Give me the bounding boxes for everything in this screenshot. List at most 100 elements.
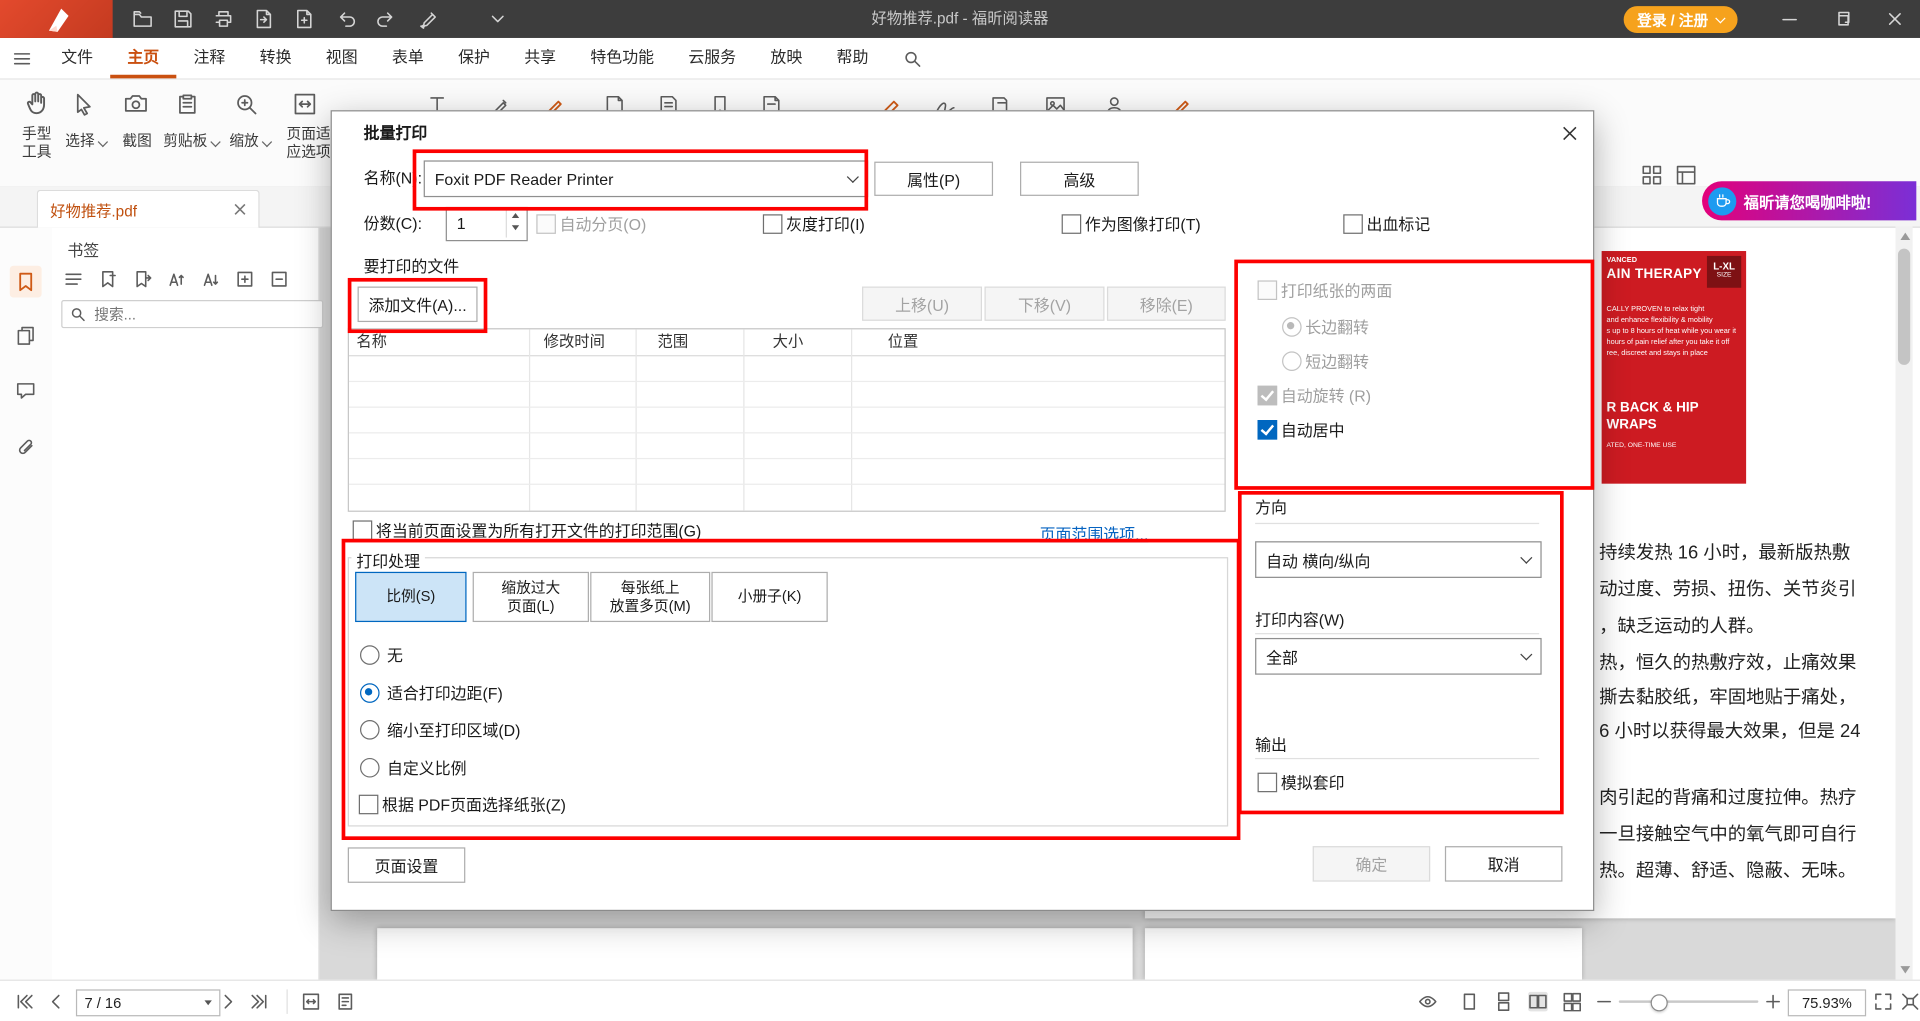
- expand-all-icon[interactable]: [235, 269, 255, 289]
- zoom-slider-track[interactable]: [1619, 1000, 1759, 1002]
- mode-scale-tab[interactable]: 比例(S): [355, 572, 466, 622]
- page-dropdown-icon[interactable]: [204, 1000, 211, 1005]
- login-button[interactable]: 登录 / 注册: [1624, 6, 1738, 33]
- page-range-options-link[interactable]: 页面范围选项...: [1040, 522, 1149, 545]
- pages-panel-icon[interactable]: [15, 324, 37, 346]
- fit-options-label[interactable]: 页面适 应选项: [282, 125, 336, 162]
- print-content-select[interactable]: 全部: [1255, 638, 1542, 675]
- save-icon[interactable]: [173, 9, 194, 30]
- duplex-checkbox[interactable]: [1258, 280, 1278, 300]
- zoom-in-button[interactable]: [1763, 992, 1783, 1012]
- reduce-to-printable-area-radio[interactable]: [360, 720, 380, 740]
- flip-short-edge-radio[interactable]: [1282, 351, 1302, 371]
- last-page-button[interactable]: [250, 992, 270, 1012]
- zoom-tool-label[interactable]: 缩放: [223, 132, 277, 150]
- fullscreen-icon[interactable]: [1873, 992, 1893, 1012]
- fit-visible-icon[interactable]: [1900, 992, 1920, 1012]
- menu-protect[interactable]: 保护: [441, 38, 507, 78]
- fit-printable-margins-radio[interactable]: [360, 683, 380, 703]
- fit-page-icon[interactable]: [336, 992, 356, 1012]
- print-as-image-checkbox[interactable]: [1062, 214, 1082, 234]
- bleed-marks-checkbox[interactable]: [1343, 214, 1363, 234]
- bookmark-search-input[interactable]: [92, 304, 281, 324]
- menu-home[interactable]: 主页: [110, 38, 176, 78]
- hamburger-menu-icon[interactable]: [0, 38, 44, 78]
- move-up-button[interactable]: 上移(U): [862, 287, 982, 321]
- dialog-close-icon[interactable]: [1556, 120, 1583, 147]
- facing-view-icon[interactable]: [1528, 992, 1548, 1012]
- column-header-modified[interactable]: 修改时间: [536, 329, 650, 355]
- next-bookmark-icon[interactable]: [132, 269, 152, 289]
- facing-continuous-view-icon[interactable]: [1562, 992, 1582, 1012]
- advanced-button[interactable]: 高级: [1020, 162, 1139, 196]
- auto-center-checkbox[interactable]: [1258, 420, 1278, 440]
- tab-close-icon[interactable]: [234, 203, 246, 215]
- snapshot-tool-icon[interactable]: [122, 91, 151, 120]
- stepper-up-icon[interactable]: [512, 213, 519, 218]
- zoom-out-button[interactable]: [1594, 992, 1614, 1012]
- menu-view[interactable]: 视图: [309, 38, 375, 78]
- document-tab[interactable]: 好物推荐.pdf: [37, 190, 260, 228]
- undo-icon[interactable]: [337, 9, 358, 30]
- menu-present[interactable]: 放映: [753, 38, 819, 78]
- mode-multiple-per-sheet-tab[interactable]: 每张纸上 放置多页(M): [590, 572, 710, 622]
- apply-current-range-checkbox[interactable]: [353, 520, 373, 540]
- promote-bookmark-icon[interactable]: [167, 269, 187, 289]
- menu-features[interactable]: 特色功能: [573, 38, 671, 78]
- collapse-all-icon[interactable]: [269, 269, 289, 289]
- vertical-scrollbar[interactable]: [1896, 227, 1913, 980]
- open-file-icon[interactable]: [132, 9, 153, 30]
- tab-list-view-icon[interactable]: [1675, 164, 1697, 186]
- format-brush-icon[interactable]: [416, 9, 437, 30]
- print-icon[interactable]: [213, 9, 234, 30]
- demote-bookmark-icon[interactable]: [201, 269, 221, 289]
- snapshot-tool-label[interactable]: 截图: [113, 132, 162, 150]
- remove-button[interactable]: 移除(E): [1107, 287, 1226, 321]
- custom-scale-radio[interactable]: [360, 758, 380, 778]
- close-button[interactable]: [1884, 9, 1905, 30]
- copies-stepper[interactable]: 1: [446, 207, 528, 241]
- continuous-view-icon[interactable]: [1494, 992, 1514, 1012]
- bookmarks-panel-icon[interactable]: [15, 271, 37, 293]
- auto-rotate-checkbox[interactable]: [1258, 386, 1278, 406]
- menu-convert[interactable]: 转换: [243, 38, 309, 78]
- bookmark-list-icon[interactable]: [64, 269, 84, 289]
- zoom-level-box[interactable]: 75.93%: [1788, 989, 1866, 1016]
- ok-button[interactable]: 确定: [1313, 846, 1431, 882]
- coffee-promo-banner[interactable]: 福昕请您喝咖啡啦!: [1702, 181, 1916, 220]
- collate-checkbox[interactable]: [536, 214, 556, 234]
- pdf-page[interactable]: [377, 928, 1133, 979]
- attachments-panel-icon[interactable]: [15, 437, 37, 459]
- foxit-logo[interactable]: [0, 0, 113, 38]
- clipboard-tool-label[interactable]: 剪贴板: [160, 132, 221, 150]
- orientation-select[interactable]: 自动 横向/纵向: [1255, 541, 1542, 578]
- single-page-view-icon[interactable]: [1460, 992, 1480, 1012]
- bookmark-search-box[interactable]: [61, 300, 323, 328]
- previous-page-button[interactable]: [47, 992, 67, 1012]
- page-setup-button[interactable]: 页面设置: [348, 847, 466, 883]
- pdf-page[interactable]: [1145, 928, 1582, 979]
- fit-options-icon[interactable]: [291, 91, 320, 120]
- menu-help[interactable]: 帮助: [819, 38, 885, 78]
- clipboard-tool-icon[interactable]: [174, 91, 203, 120]
- reading-mode-icon[interactable]: [1418, 992, 1438, 1012]
- scroll-up-arrow[interactable]: [1900, 233, 1910, 240]
- page-number-box[interactable]: 7 / 16: [76, 989, 220, 1016]
- minimize-button[interactable]: [1779, 9, 1800, 30]
- customize-toolbar-chevron-icon[interactable]: [487, 9, 508, 30]
- select-tool-icon[interactable]: [71, 91, 100, 120]
- menu-form[interactable]: 表单: [375, 38, 441, 78]
- files-table[interactable]: 名称 修改时间 范围 大小 位置: [348, 328, 1226, 512]
- column-header-size[interactable]: 大小: [765, 329, 880, 355]
- scale-none-radio[interactable]: [360, 645, 380, 665]
- menu-comment[interactable]: 注释: [176, 38, 242, 78]
- printer-name-select[interactable]: Foxit PDF Reader Printer: [424, 160, 868, 197]
- menu-search-icon[interactable]: [886, 38, 940, 78]
- menu-cloud[interactable]: 云服务: [671, 38, 753, 78]
- cancel-button[interactable]: 取消: [1445, 846, 1563, 882]
- restore-button[interactable]: [1832, 9, 1853, 30]
- menu-share[interactable]: 共享: [507, 38, 573, 78]
- next-page-button[interactable]: [218, 992, 238, 1012]
- simulate-overprint-checkbox[interactable]: [1258, 773, 1278, 793]
- flip-long-edge-radio[interactable]: [1282, 317, 1302, 337]
